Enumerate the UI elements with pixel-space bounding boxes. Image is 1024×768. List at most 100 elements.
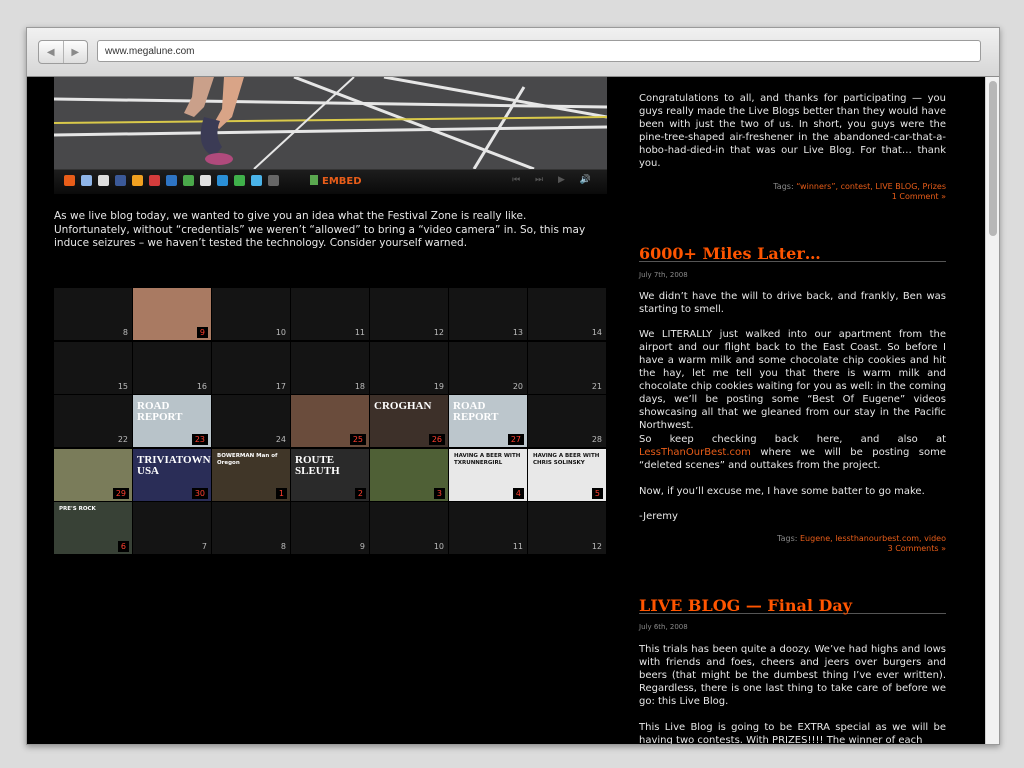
day-number: 21 bbox=[591, 381, 602, 391]
day-number: 20 bbox=[512, 381, 523, 391]
day-number: 9 bbox=[359, 542, 365, 551]
back-button[interactable]: ◀ bbox=[39, 41, 63, 63]
post-paragraph: We didn’t have the will to drive back, a… bbox=[639, 291, 946, 315]
video-frame[interactable] bbox=[54, 77, 607, 169]
forward-button[interactable]: ▶ bbox=[62, 41, 88, 63]
thumbnail-title: ROUTE SLEUTH bbox=[295, 453, 340, 477]
share-icon[interactable] bbox=[166, 175, 177, 186]
share-icon[interactable] bbox=[234, 175, 245, 186]
day-number: 29 bbox=[112, 487, 129, 499]
video-share-toolbar: EMBED ⏮ ⏭ ▶ 🔊 bbox=[54, 169, 607, 194]
post-date: July 7th, 2008 bbox=[639, 271, 688, 279]
video-thumbnail[interactable]: ROUTE SLEUTH 2 bbox=[291, 448, 369, 501]
lessthanourbest-link[interactable]: LessThanOurBest.com bbox=[639, 447, 751, 458]
day-number: 2 bbox=[354, 487, 366, 499]
facebook-icon[interactable] bbox=[115, 175, 126, 186]
calendar-cell: 19 bbox=[370, 341, 448, 394]
post-paragraph: Now, if you’ll excuse me, I have some ba… bbox=[639, 486, 925, 497]
tags-prefix: Tags: bbox=[773, 182, 794, 191]
day-number: 13 bbox=[512, 328, 523, 337]
tags-links[interactable]: Eugene, lessthanourbest.com, video bbox=[800, 534, 946, 543]
video-thumbnail[interactable]: PRE'S ROCK 6 bbox=[54, 502, 132, 554]
thumbnail-title: TRIVIATOWN USA bbox=[137, 453, 211, 477]
calendar-cell: 18 bbox=[291, 341, 369, 394]
video-thumbnail[interactable]: BOWERMAN Man of Oregon 1 bbox=[212, 448, 290, 501]
post-tags: Tags: Eugene, lessthanourbest.com, video… bbox=[777, 534, 946, 554]
day-number: 7 bbox=[201, 542, 207, 551]
thumbnail-caption: HAVING A BEER WITH TXRUNNERGIRL bbox=[454, 452, 521, 466]
video-thumbnail[interactable]: 9 bbox=[133, 288, 211, 340]
post-title[interactable]: 6000+ Miles Later… bbox=[639, 246, 946, 262]
vertical-scrollbar[interactable] bbox=[985, 77, 999, 744]
more-icon[interactable] bbox=[268, 175, 279, 186]
comments-link[interactable]: 1 Comment » bbox=[892, 192, 946, 201]
post-title[interactable]: LIVE BLOG — Final Day bbox=[639, 598, 946, 614]
share-icon[interactable] bbox=[132, 175, 143, 186]
video-thumbnail[interactable]: CROGHAN 26 bbox=[370, 395, 448, 447]
address-bar[interactable]: www.megalune.com bbox=[97, 40, 981, 62]
thumbnail-title: ROAD REPORT bbox=[137, 400, 183, 423]
calendar-cell: 10 bbox=[212, 288, 290, 340]
day-number: 18 bbox=[354, 381, 365, 391]
video-thumbnail[interactable]: HAVING A BEER WITH TXRUNNERGIRL 4 bbox=[449, 448, 527, 501]
calendar-cell: 22 bbox=[54, 395, 132, 447]
day-number: 8 bbox=[122, 328, 128, 337]
day-number: 5 bbox=[591, 487, 603, 499]
post-text: So keep checking back here, and also at bbox=[639, 434, 946, 445]
player-controls[interactable]: ⏮ ⏭ ▶ 🔊 bbox=[512, 175, 597, 185]
day-number: 10 bbox=[433, 542, 444, 551]
thumbnail-title: CROGHAN bbox=[374, 400, 432, 412]
day-number: 23 bbox=[191, 434, 208, 445]
thumbnail-title: ROAD REPORT bbox=[453, 400, 499, 423]
video-thumbnail[interactable]: 29 bbox=[54, 448, 132, 501]
day-number: 22 bbox=[117, 435, 128, 444]
day-number: 28 bbox=[591, 435, 602, 444]
comments-link[interactable]: 3 Comments » bbox=[888, 544, 946, 553]
day-number: 11 bbox=[354, 328, 365, 337]
share-icon[interactable] bbox=[64, 175, 75, 186]
day-number: 12 bbox=[433, 328, 444, 337]
day-number: 15 bbox=[117, 381, 128, 391]
calendar-cell: 11 bbox=[291, 288, 369, 340]
calendar-cell: 8 bbox=[212, 502, 290, 554]
browser-toolbar: ◀ ▶ www.megalune.com bbox=[27, 28, 999, 77]
day-number: 14 bbox=[591, 328, 602, 337]
post-date: July 6th, 2008 bbox=[639, 623, 688, 631]
calendar-cell: 17 bbox=[212, 341, 290, 394]
share-icon[interactable] bbox=[81, 175, 92, 186]
twitter-icon[interactable] bbox=[251, 175, 262, 186]
share-icon[interactable] bbox=[183, 175, 194, 186]
intro-paragraph: As we live blog today, we wanted to give… bbox=[54, 210, 586, 249]
calendar-cell: 7 bbox=[133, 502, 211, 554]
video-calendar-grid: 8 9 10 11 12 13 14 15 16 17 18 19 20 21 22 ROAD REPORT 2… bbox=[54, 288, 607, 554]
page-viewport: EMBED ⏮ ⏭ ▶ 🔊 As we live blog today, we … bbox=[27, 77, 985, 744]
calendar-cell: 24 bbox=[212, 395, 290, 447]
scrollbar-thumb[interactable] bbox=[989, 81, 997, 236]
calendar-cell: 12 bbox=[370, 288, 448, 340]
reddit-icon[interactable] bbox=[200, 175, 211, 186]
post-paragraph: Congratulations to all, and thanks for p… bbox=[639, 93, 946, 169]
share-icon[interactable] bbox=[217, 175, 228, 186]
day-number: 9 bbox=[196, 327, 208, 338]
video-thumbnail[interactable]: ROAD REPORT 27 bbox=[449, 395, 527, 447]
video-thumbnail[interactable]: 25 bbox=[291, 395, 369, 447]
calendar-cell: 21 bbox=[528, 341, 606, 394]
embed-button[interactable]: EMBED bbox=[310, 175, 362, 187]
video-thumbnail[interactable]: HAVING A BEER WITH CHRIS SOLINSKY 5 bbox=[528, 448, 606, 501]
day-number: 3 bbox=[433, 487, 445, 499]
browser-window: ◀ ▶ www.megalune.com EMBED ⏮ ⏭ ▶ 🔊 As we… bbox=[26, 27, 1000, 745]
calendar-cell: 10 bbox=[370, 502, 448, 554]
video-thumbnail[interactable]: TRIVIATOWN USA 30 bbox=[133, 448, 211, 501]
day-number: 4 bbox=[512, 487, 524, 499]
tags-links[interactable]: “winners”, contest, LIVE BLOG, Prizes bbox=[796, 182, 946, 191]
day-number: 10 bbox=[275, 328, 286, 337]
day-number: 8 bbox=[280, 542, 286, 551]
video-thumbnail[interactable]: ROAD REPORT 23 bbox=[133, 395, 211, 447]
share-icon[interactable] bbox=[98, 175, 109, 186]
share-icon[interactable] bbox=[149, 175, 160, 186]
share-icons bbox=[64, 175, 279, 186]
calendar-cell: 16 bbox=[133, 341, 211, 394]
video-thumbnail[interactable]: 3 bbox=[370, 448, 448, 501]
day-number: 11 bbox=[512, 542, 523, 551]
day-number: 12 bbox=[591, 542, 602, 551]
